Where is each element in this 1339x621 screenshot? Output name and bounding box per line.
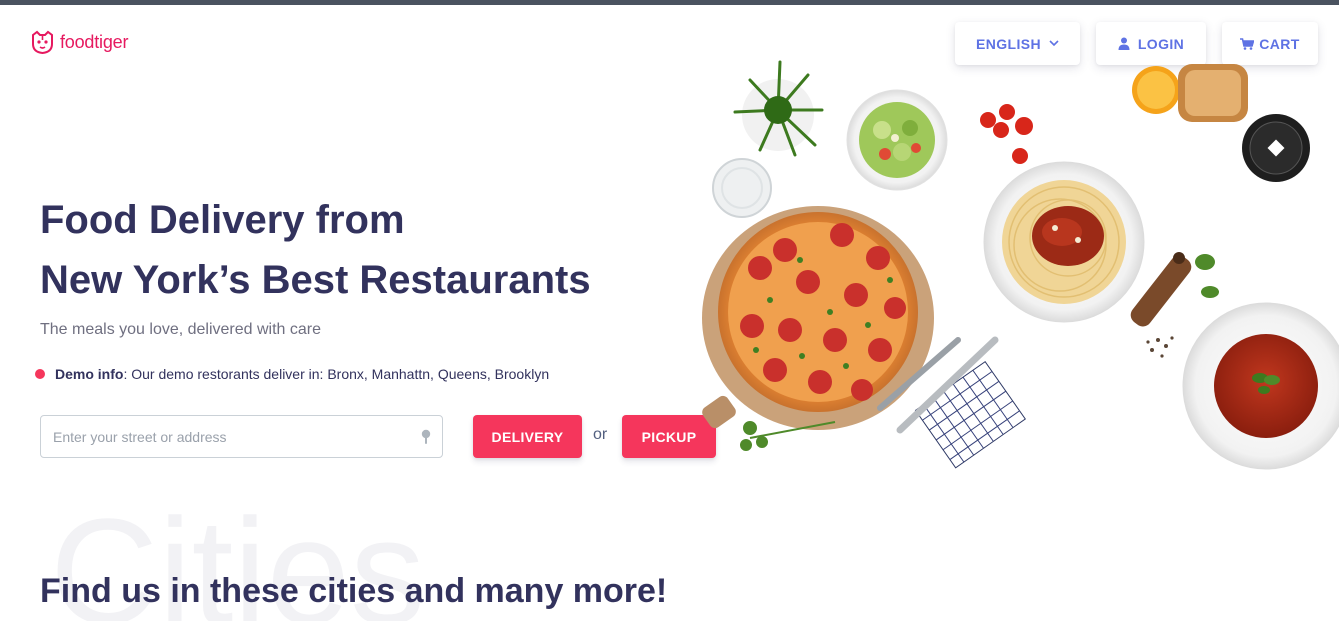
hero-title-line2: New York’s Best Restaurants	[40, 256, 591, 304]
map-pin-icon	[421, 429, 431, 444]
demo-label: Demo info	[55, 366, 124, 382]
napkin-icon	[914, 360, 1026, 469]
salad-bowl-icon	[846, 89, 948, 191]
spaghetti-plate-icon	[983, 161, 1145, 323]
logo[interactable]: foodtiger	[30, 30, 128, 55]
address-field	[40, 415, 443, 458]
address-input[interactable]	[41, 416, 401, 457]
chevron-down-icon	[1049, 40, 1059, 47]
hero-title-line1: Food Delivery from	[40, 198, 405, 242]
hero-subtitle: The meals you love, delivered with care	[40, 321, 322, 338]
hero-title-bold: New York’s	[40, 258, 251, 302]
logo-text: foodtiger	[60, 32, 129, 52]
hero-title-rest: Best Restaurants	[250, 258, 591, 302]
tiger-icon	[32, 30, 53, 55]
top-strip	[0, 0, 1339, 5]
jar-icon	[1242, 114, 1310, 182]
or-text: or	[593, 426, 608, 443]
orange-icon	[1132, 66, 1180, 114]
demo-dot-icon	[35, 369, 45, 379]
glass-icon	[712, 158, 772, 218]
toast-icon	[1178, 64, 1248, 122]
pizza-icon	[702, 206, 934, 430]
cities-title: Find us in these cities and many more!	[40, 572, 668, 610]
demo-info: Demo info : Our demo restorants deliver …	[35, 366, 549, 382]
user-icon	[1118, 37, 1130, 50]
delivery-button[interactable]: DELIVERY	[473, 415, 582, 458]
demo-text: : Our demo restorants deliver in: Bronx,…	[123, 366, 550, 382]
food-illustration	[702, 60, 1339, 470]
tomatoes-icon	[980, 104, 1033, 164]
plant-icon	[733, 60, 824, 157]
soup-bowl-icon	[1182, 302, 1339, 470]
cart-icon	[1240, 37, 1255, 50]
